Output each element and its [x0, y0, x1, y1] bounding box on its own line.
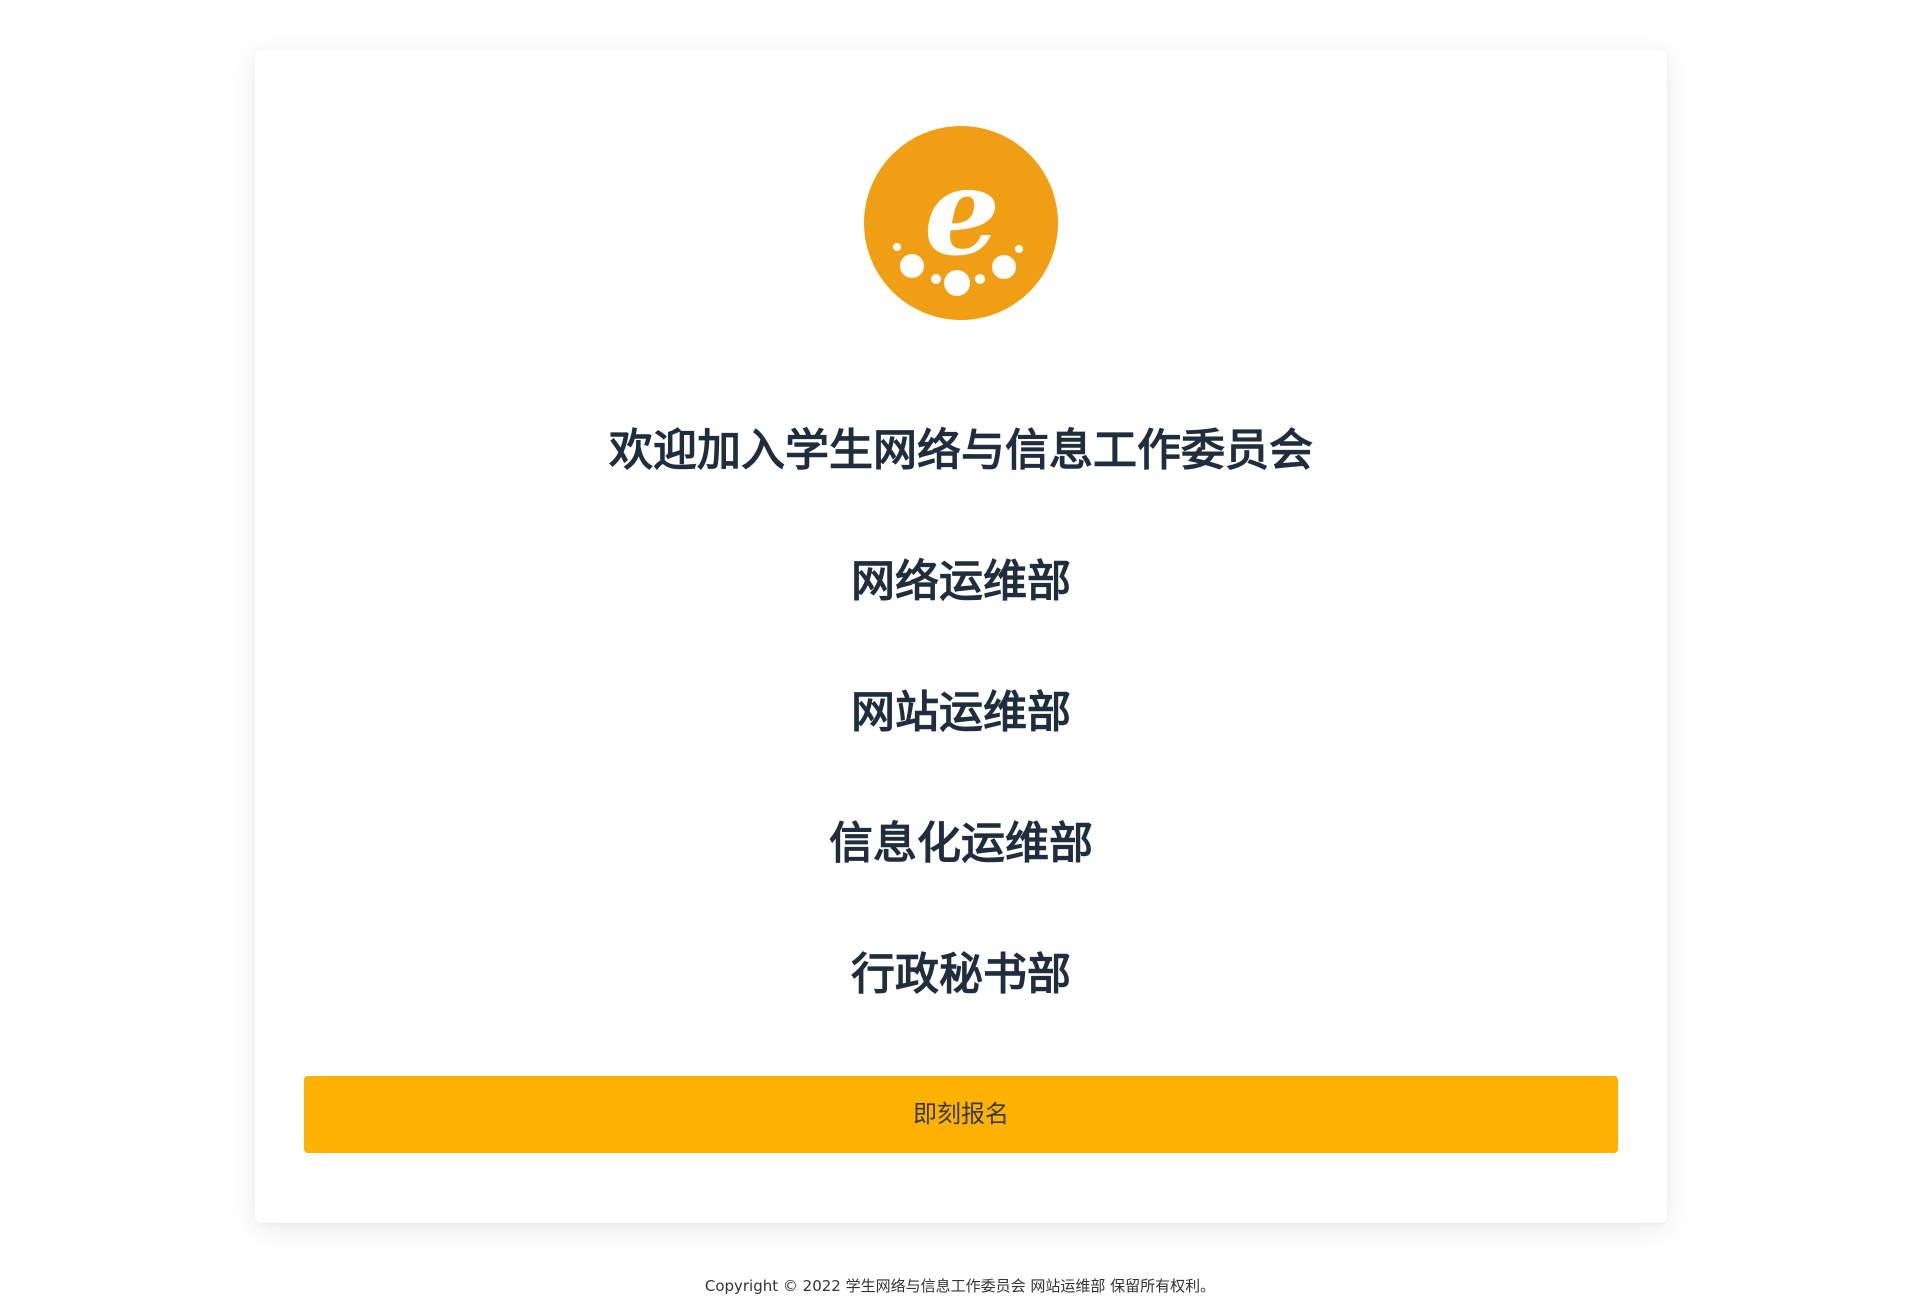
department-network-ops: 网络运维部 [851, 556, 1071, 607]
e-logo-icon: e [864, 126, 1058, 320]
department-admin-secretariat: 行政秘书部 [851, 949, 1071, 1000]
signup-button[interactable]: 即刻报名 [304, 1076, 1618, 1153]
footer-copyright: Copyright © 2022 学生网络与信息工作委员会 网站运维部 保留所有… [704, 1277, 1216, 1295]
svg-text:e: e [924, 142, 1000, 283]
page-title: 欢迎加入学生网络与信息工作委员会 [609, 425, 1313, 476]
department-website-ops: 网站运维部 [851, 687, 1071, 738]
main-card: e 欢迎加入学生网络与信息工作委员会 网络运维部 网站运维部 信息化运维部 行政… [255, 50, 1667, 1223]
department-informatization-ops: 信息化运维部 [829, 818, 1093, 869]
